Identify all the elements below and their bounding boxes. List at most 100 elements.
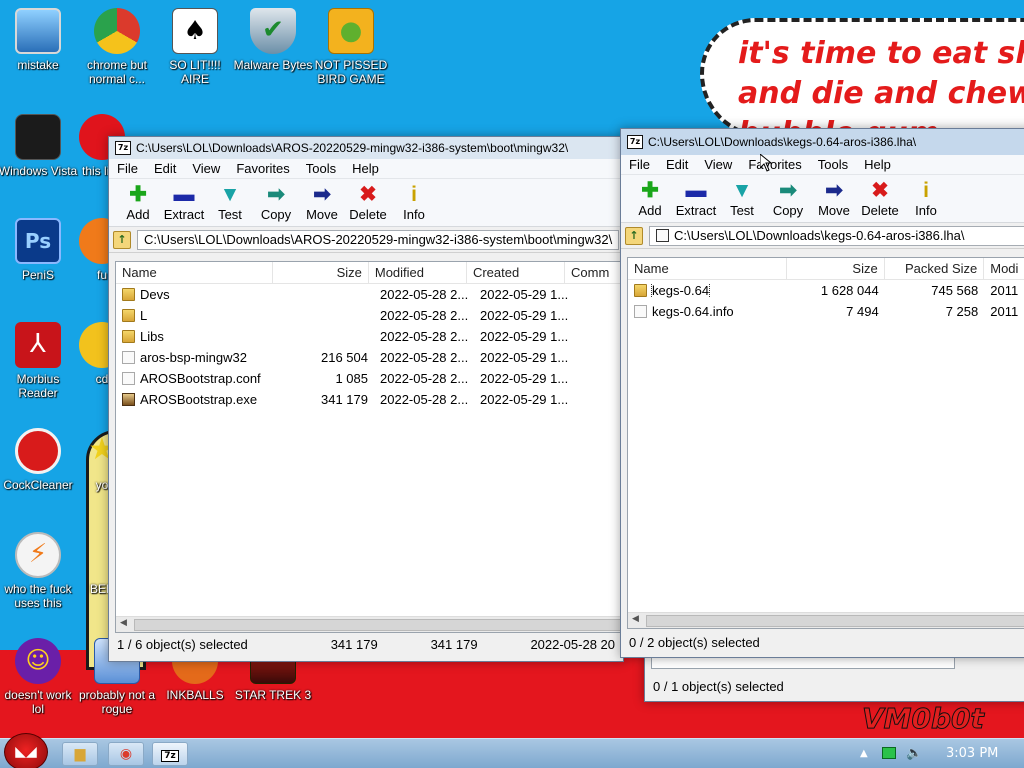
show-hidden-icons-icon[interactable]: ▲ xyxy=(860,739,868,768)
status-size: 341 179 xyxy=(330,636,378,652)
vista-icon xyxy=(15,114,61,160)
cell-modified: 2022-05-28 2... xyxy=(380,329,469,344)
address-bar: ↑ C:\Users\LOL\Downloads\kegs-0.64-aros-… xyxy=(621,223,1024,249)
add-button[interactable]: ✚ Add xyxy=(115,183,161,222)
info-button[interactable]: i Info xyxy=(903,179,949,218)
taskbar-explorer-button[interactable]: ▆ xyxy=(62,742,98,766)
bubble-line-2: and die and chew xyxy=(738,76,1024,111)
delete-button[interactable]: ✖ Delete xyxy=(857,179,903,218)
column-name[interactable]: Name xyxy=(628,258,788,279)
file-list[interactable]: Name Size Modified Created Comm Devs 2022… xyxy=(115,261,625,633)
photoshop-icon: Ps xyxy=(15,218,61,264)
7zip-window-right[interactable]: 7z C:\Users\LOL\Downloads\kegs-0.64-aros… xyxy=(620,128,1024,658)
clock[interactable]: 3:03 PM xyxy=(946,739,998,768)
column-modified[interactable]: Modified xyxy=(369,262,467,283)
column-packed-size[interactable]: Packed Size xyxy=(885,258,985,279)
table-row[interactable]: kegs-0.64.info 7 494 7 258 2011 xyxy=(628,301,1024,322)
menu-bar: File Edit View Favorites Tools Help xyxy=(109,159,623,179)
menu-help[interactable]: Help xyxy=(352,161,379,176)
address-input[interactable]: C:\Users\LOL\Downloads\kegs-0.64-aros-i3… xyxy=(649,225,1024,246)
start-button[interactable]: ◣◢ xyxy=(4,733,48,768)
info-button[interactable]: i Info xyxy=(391,183,437,222)
cell-created: 2022-05-29 1... xyxy=(480,329,569,344)
menu-view[interactable]: View xyxy=(704,157,732,172)
move-arrow-icon: ➡ xyxy=(313,183,331,206)
menu-tools[interactable]: Tools xyxy=(306,161,336,176)
network-icon[interactable] xyxy=(882,739,896,768)
extract-button[interactable]: ▬ Extract xyxy=(161,183,207,222)
desktop-icon-mistake[interactable]: mistake xyxy=(0,8,78,72)
folder-icon xyxy=(122,288,135,301)
copy-button[interactable]: ➡ Copy xyxy=(253,183,299,222)
add-button[interactable]: ✚ Add xyxy=(627,179,673,218)
test-button[interactable]: ▼ Test xyxy=(207,183,253,222)
table-row[interactable]: AROSBootstrap.conf 1 085 2022-05-28 2... 20… xyxy=(116,368,624,389)
test-button[interactable]: ▼ Test xyxy=(719,179,765,218)
taskbar-7zip-button[interactable]: 7z xyxy=(152,742,188,766)
7zip-icon: 7z xyxy=(161,750,179,762)
horizontal-scrollbar[interactable]: ◀ xyxy=(116,616,624,632)
column-size[interactable]: Size xyxy=(273,262,369,283)
background-window-status: 0 / 1 object(s) selected xyxy=(645,675,1024,697)
file-list[interactable]: Name Size Packed Size Modi kegs-0.64 1 62… xyxy=(627,257,1024,629)
window-titlebar[interactable]: 7z C:\Users\LOL\Downloads\kegs-0.64-aros… xyxy=(621,129,1024,155)
desktop-icon-malwarebytes[interactable]: ✔ Malware Bytes xyxy=(233,8,313,72)
plus-icon: ✚ xyxy=(129,183,147,206)
move-button[interactable]: ➡ Move xyxy=(299,183,345,222)
status-selected: 1 / 6 object(s) selected xyxy=(117,636,248,652)
cell-created: 2022-05-29 1... xyxy=(480,350,569,365)
volume-icon[interactable]: 🔈 xyxy=(906,739,922,768)
list-header: Name Size Packed Size Modi xyxy=(628,258,1024,280)
up-folder-icon[interactable]: ↑ xyxy=(113,230,131,249)
window-titlebar[interactable]: 7z C:\Users\LOL\Downloads\AROS-20220529-… xyxy=(109,137,623,159)
column-size[interactable]: Size xyxy=(787,258,885,279)
file-icon xyxy=(634,305,647,318)
scrollbar-thumb[interactable] xyxy=(134,619,624,631)
column-created[interactable]: Created xyxy=(467,262,566,283)
column-comment[interactable]: Comm xyxy=(565,262,624,283)
delete-icon: ✖ xyxy=(359,183,377,206)
scrollbar-thumb[interactable] xyxy=(646,615,1024,627)
table-row[interactable]: Devs 2022-05-28 2... 2022-05-29 1... xyxy=(116,284,624,305)
delete-button[interactable]: ✖ Delete xyxy=(345,183,391,222)
folder-icon xyxy=(122,330,135,343)
scroll-left-icon[interactable]: ◀ xyxy=(120,618,127,628)
menu-help[interactable]: Help xyxy=(864,157,891,172)
address-input[interactable]: C:\Users\LOL\Downloads\AROS-20220529-min… xyxy=(137,229,619,250)
7zip-window-left[interactable]: 7z C:\Users\LOL\Downloads\AROS-20220529-… xyxy=(108,136,625,662)
move-button[interactable]: ➡ Move xyxy=(811,179,857,218)
extract-button[interactable]: ▬ Extract xyxy=(673,179,719,218)
taskbar-chrome-button[interactable]: ◉ xyxy=(108,742,144,766)
desktop-icon-yahoo[interactable]: ☺ doesn't work lol xyxy=(0,638,78,716)
menu-tools[interactable]: Tools xyxy=(818,157,848,172)
chrome-icon: ◉ xyxy=(119,746,133,762)
menu-file[interactable]: File xyxy=(629,157,650,172)
horizontal-scrollbar[interactable]: ◀ xyxy=(628,612,1024,628)
desktop-icon-bird-game[interactable]: ● NOT PISSED BIRD GAME xyxy=(311,8,391,86)
cell-name: kegs-0.64 xyxy=(628,283,787,298)
menu-favorites[interactable]: Favorites xyxy=(236,161,289,176)
menu-edit[interactable]: Edit xyxy=(154,161,176,176)
table-row[interactable]: Libs 2022-05-28 2... 2022-05-29 1... xyxy=(116,326,624,347)
menu-edit[interactable]: Edit xyxy=(666,157,688,172)
column-name[interactable]: Name xyxy=(116,262,273,283)
mouse-cursor-icon xyxy=(760,154,772,172)
table-row[interactable]: AROSBootstrap.exe 341 179 2022-05-28 2... 2… xyxy=(116,389,624,410)
table-row[interactable]: kegs-0.64 1 628 044 745 568 2011 xyxy=(628,280,1024,301)
table-row[interactable]: aros-bsp-mingw32 216 504 2022-05-28 2... 20… xyxy=(116,347,624,368)
table-row[interactable]: L 2022-05-28 2... 2022-05-29 1... xyxy=(116,305,624,326)
desktop-icon-chrome[interactable]: chrome but normal c... xyxy=(77,8,157,86)
menu-file[interactable]: File xyxy=(117,161,138,176)
menu-view[interactable]: View xyxy=(192,161,220,176)
delete-icon: ✖ xyxy=(871,179,889,202)
cell-packed-size: 745 568 xyxy=(931,283,979,298)
cell-name: L xyxy=(116,308,276,323)
column-modified[interactable]: Modi xyxy=(984,258,1024,279)
up-folder-icon[interactable]: ↑ xyxy=(625,226,643,245)
copy-button[interactable]: ➡ Copy xyxy=(765,179,811,218)
window-title: C:\Users\LOL\Downloads\kegs-0.64-aros-i3… xyxy=(648,135,917,149)
explorer-folder-icon: ▆ xyxy=(74,746,86,762)
desktop-icon-solitaire[interactable]: ♠ SO LIT!!!! AIRE xyxy=(155,8,235,86)
menu-favorites[interactable]: Favorites xyxy=(748,157,801,172)
scroll-left-icon[interactable]: ◀ xyxy=(632,614,639,624)
